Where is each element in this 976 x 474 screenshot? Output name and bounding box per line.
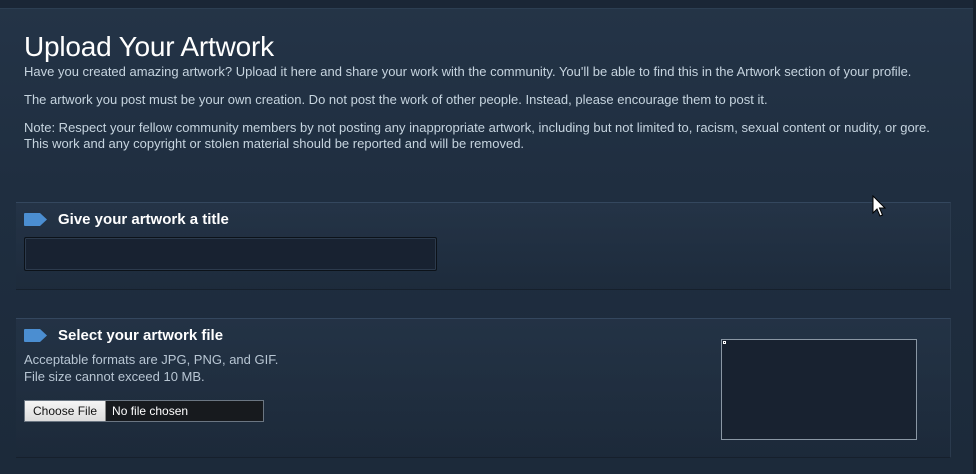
artwork-preview-box [721, 339, 917, 440]
title-section-label: Give your artwork a title [58, 211, 229, 228]
artwork-title-input[interactable] [24, 237, 437, 271]
size-limit-hint: File size cannot exceed 10 MB. [24, 369, 205, 384]
file-section-label: Select your artwork file [58, 327, 224, 344]
choose-file-button[interactable]: Choose File [25, 401, 107, 421]
file-status-text: No file chosen [112, 404, 189, 418]
formats-hint: Acceptable formats are JPG, PNG, and GIF… [24, 352, 279, 367]
mouse-pointer-icon [872, 195, 887, 217]
top-border [0, 0, 976, 9]
title-section-heading: Give your artwork a title [24, 211, 229, 228]
file-section: Select your artwork file Acceptable form… [16, 318, 951, 458]
arrow-tag-icon [24, 329, 47, 342]
file-picker[interactable]: Choose File No file chosen [24, 400, 264, 422]
file-section-heading: Select your artwork file [24, 327, 223, 344]
intro-text: Have you created amazing artwork? Upload… [24, 64, 912, 79]
arrow-tag-icon [24, 213, 47, 226]
title-section: Give your artwork a title [16, 202, 951, 290]
header-block: Upload Your Artwork Have you created ama… [24, 30, 954, 164]
page-title: Upload Your Artwork [24, 31, 274, 62]
content-note-text: Note: Respect your fellow community memb… [24, 120, 930, 151]
upload-artwork-page: Upload Your Artwork Have you created ama… [0, 0, 976, 474]
ownership-rule-text: The artwork you post must be your own cr… [24, 92, 768, 107]
preview-placeholder-icon [723, 341, 726, 344]
